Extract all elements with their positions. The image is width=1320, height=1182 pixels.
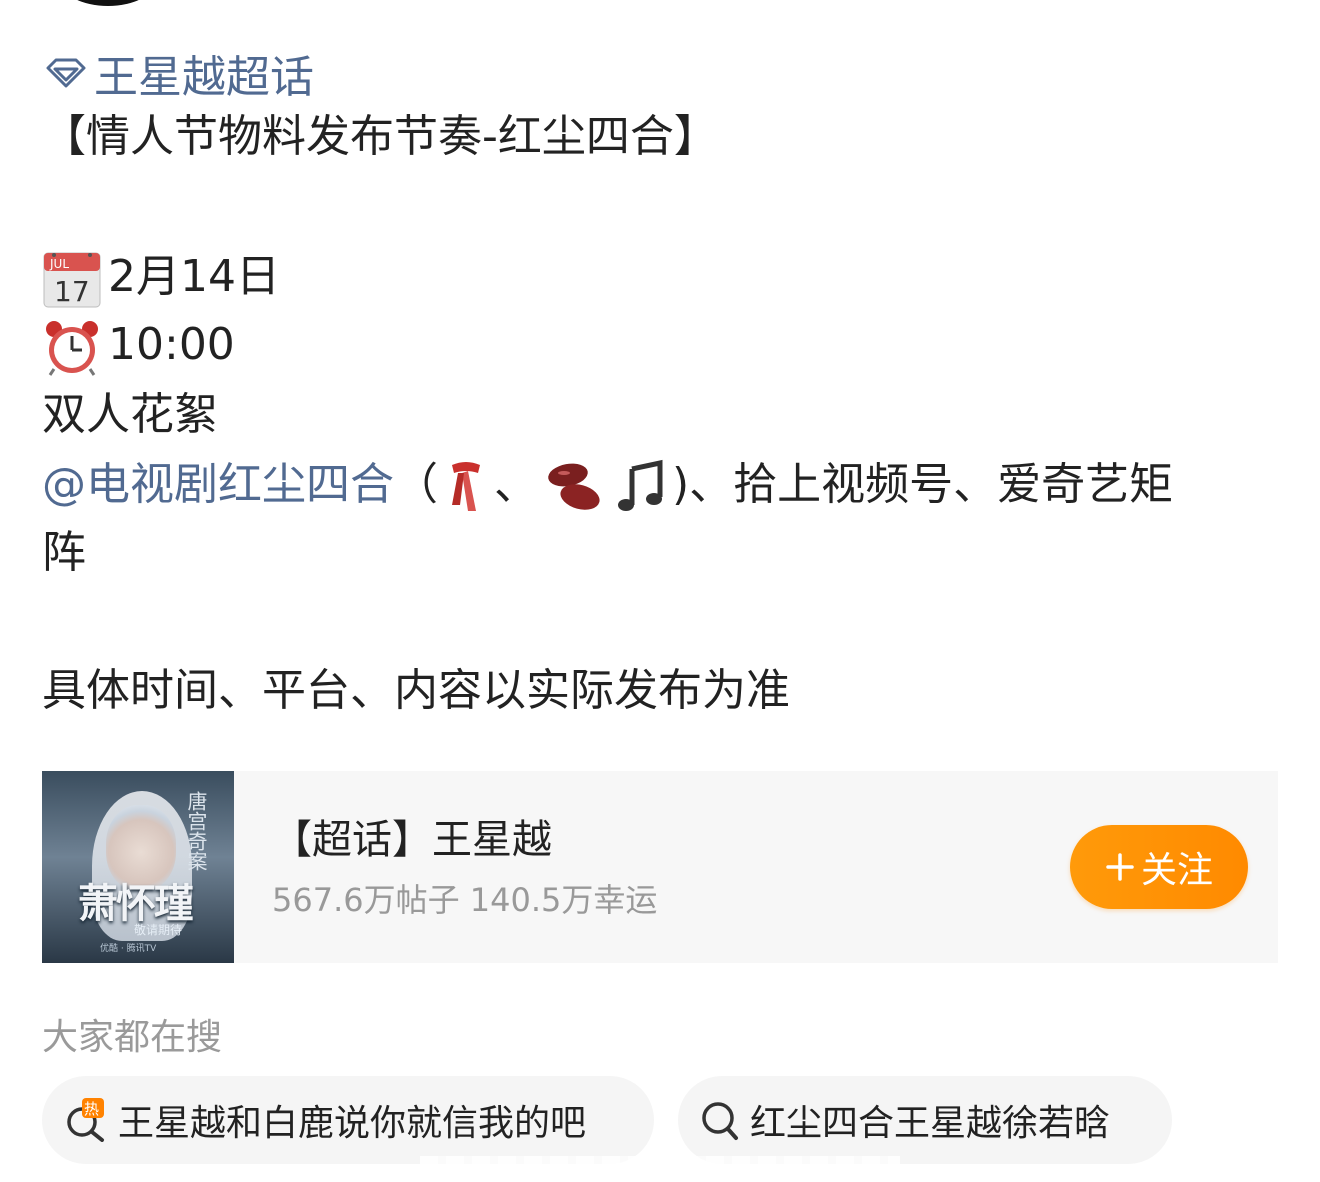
date-text: 2月14日 <box>108 251 280 302</box>
scarf-icon <box>452 462 480 511</box>
platform-rest: )、拾上视频号、爱奇艺矩 <box>672 459 1174 510</box>
plus-icon <box>1106 853 1134 881</box>
beans-icon <box>548 463 600 510</box>
content-type: 双人花絮 <box>42 389 218 440</box>
supertopic-link[interactable]: 王星越超话 <box>44 44 314 103</box>
thumb-footer: 优酷 · 腾讯TV <box>100 944 157 954</box>
search-section-title: 大家都在搜 <box>42 1017 223 1058</box>
card-thumbnail: 唐宫奇案 萧怀瑾 敬请期待 优酷 · 腾讯TV <box>42 771 234 963</box>
hot-search-icon: 热 <box>67 1098 104 1142</box>
search-chip-label: 红尘四合王星越徐若晗 <box>750 1103 1111 1144</box>
diamond-icon <box>46 58 86 88</box>
card-title: 【超话】王星越 <box>272 817 552 863</box>
time-line: 10:00 <box>42 316 235 377</box>
svg-text:热: 热 <box>84 1100 99 1118</box>
card-text: 【超话】王星越 567.6万帖子 140.5万幸运 <box>272 812 1070 922</box>
time-text: 10:00 <box>108 319 235 370</box>
search-chip-2[interactable]: 红尘四合王星越徐若晗 <box>678 1076 1172 1164</box>
music-notes-icon <box>618 459 663 511</box>
search-icon <box>702 1102 738 1140</box>
mention-link[interactable]: @电视剧红尘四合 <box>42 459 394 510</box>
bottom-fade <box>420 1156 900 1182</box>
supertopic-label: 王星越超话 <box>94 52 314 103</box>
thumb-subtitle: 敬请期待 <box>134 923 183 937</box>
post-title: 【情人节物料发布节奏-红尘四合】 <box>42 111 718 162</box>
avatar[interactable] <box>60 0 156 6</box>
calendar-month: JUL <box>49 257 69 271</box>
alarm-clock-icon <box>46 321 98 376</box>
search-chip-label: 王星越和白鹿说你就信我的吧 <box>118 1103 587 1144</box>
post-note: 具体时间、平台、内容以实际发布为准 <box>42 665 790 716</box>
follow-label: 关注 <box>1140 850 1213 891</box>
date-line: JUL 17 2月14日 <box>42 248 280 309</box>
follow-button[interactable]: 关注 <box>1070 825 1248 909</box>
supertopic-card[interactable]: 唐宫奇案 萧怀瑾 敬请期待 优酷 · 腾讯TV 【超话】王星越 567.6万帖子… <box>42 771 1278 963</box>
search-chip-1[interactable]: 热 王星越和白鹿说你就信我的吧 <box>42 1076 654 1164</box>
calendar-icon: JUL 17 <box>43 252 101 308</box>
platform-open: （ <box>394 459 438 510</box>
platform-line: @电视剧红尘四合（ 、 )、拾上视频号、爱奇艺矩 <box>42 456 1173 515</box>
thumb-side-text: 唐宫奇案 <box>184 791 208 871</box>
card-stats: 567.6万帖子 140.5万幸运 <box>272 881 658 919</box>
platform-sep: 、 <box>494 459 538 510</box>
calendar-day: 17 <box>54 275 90 308</box>
platform-wrap: 阵 <box>42 527 86 578</box>
